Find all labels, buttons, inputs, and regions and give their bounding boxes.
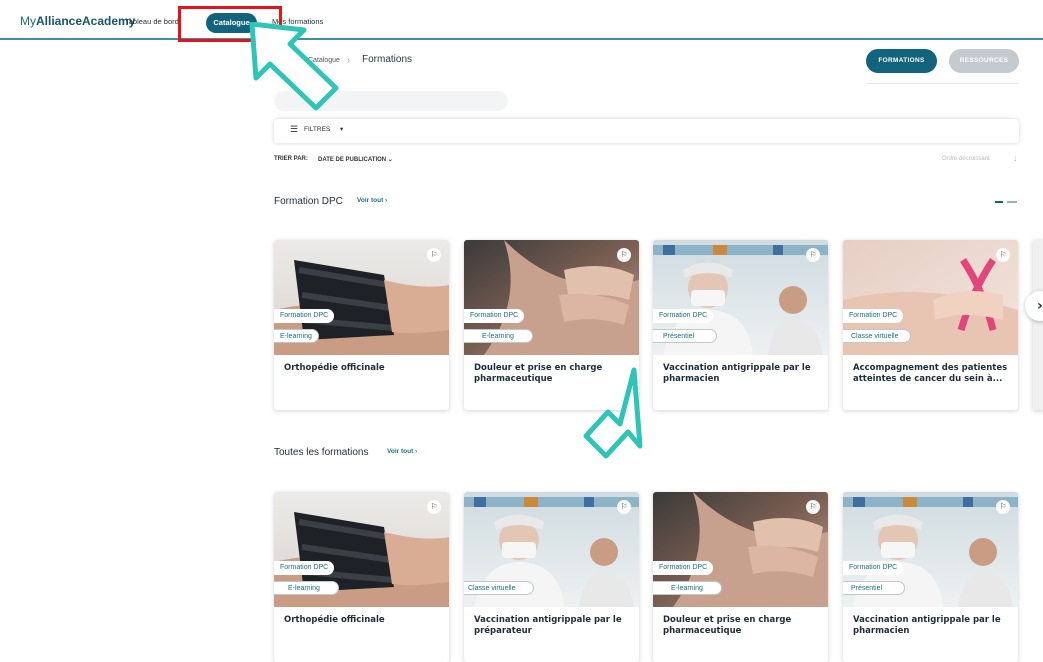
- format-tag: Présentiel: [843, 581, 906, 595]
- top-navigation-bar: MyAllianceAcademy Tableau de bord Catalo…: [0, 0, 1043, 42]
- carousel-indicator[interactable]: [995, 201, 1003, 203]
- card-title: Orthopédie officinale: [284, 363, 385, 373]
- breadcrumb-current: Formations: [362, 54, 413, 65]
- bookmark-icon[interactable]: ⚐: [427, 500, 441, 514]
- course-card[interactable]: ⚐ Formation DPC E-learning Douleur et pr…: [464, 240, 639, 410]
- breadcrumb-parent[interactable]: Catalogue: [308, 57, 340, 64]
- sort-dropdown[interactable]: DATE DE PUBLICATION ⌄: [318, 156, 393, 163]
- card-title: Vaccination antigrippale par le préparat…: [474, 615, 622, 636]
- bookmark-icon[interactable]: ⚐: [806, 248, 820, 262]
- format-tag: Classe virtuelle: [843, 329, 912, 343]
- bookmark-icon[interactable]: ⚐: [617, 500, 631, 514]
- course-card-partial[interactable]: [1033, 240, 1043, 410]
- filters-bar[interactable]: ☰ FILTRES ▾: [274, 119, 1019, 143]
- course-card[interactable]: ⚐ Formation DPC Classe virtuelle Accompa…: [843, 240, 1018, 410]
- format-tag: E-learning: [653, 581, 722, 595]
- category-tag: Formation DPC: [464, 309, 525, 323]
- course-card[interactable]: ⚐ Formation DPC E-learning Douleur et pr…: [653, 492, 828, 662]
- see-all-link[interactable]: Voir tout ›: [387, 448, 417, 455]
- card-title: Accompagnement des patientes atteintes d…: [853, 363, 1008, 384]
- chevron-down-icon: ▾: [340, 126, 344, 133]
- card-title: Vaccination antigrippale par le pharmaci…: [663, 363, 811, 384]
- ressources-toggle-button[interactable]: RESSOURCES: [949, 49, 1019, 73]
- card-title: Douleur et prise en charge pharmaceutiqu…: [663, 615, 792, 636]
- format-tag: E-learning: [274, 581, 339, 595]
- bookmark-icon[interactable]: ⚐: [996, 500, 1010, 514]
- divider: [866, 83, 1019, 84]
- chevron-right-icon[interactable]: ›: [1025, 291, 1043, 321]
- bookmark-icon[interactable]: ⚐: [996, 248, 1010, 262]
- course-card[interactable]: ⚐ Formation DPC E-learning Orthopédie of…: [274, 240, 449, 410]
- sort-label: TRIER PAR:: [274, 156, 308, 162]
- course-card[interactable]: ⚐ Formation DPC Présentiel Vaccination a…: [653, 240, 828, 410]
- category-tag: Formation DPC: [653, 309, 714, 323]
- highlight-box: [178, 6, 282, 42]
- course-card[interactable]: ⚐ Classe virtuelle Vaccination antigripp…: [464, 492, 639, 662]
- format-tag: Classe virtuelle: [464, 581, 535, 595]
- carousel-indicator[interactable]: [1007, 201, 1017, 203]
- bookmark-icon[interactable]: ⚐: [427, 248, 441, 262]
- filters-label: FILTRES: [304, 126, 331, 133]
- course-card[interactable]: ⚐ Formation DPC Présentiel Vaccination a…: [843, 492, 1018, 662]
- card-title: Orthopédie officinale: [284, 615, 385, 625]
- category-tag: Formation DPC: [843, 561, 904, 575]
- category-tag: Formation DPC: [653, 561, 714, 575]
- breadcrumb-separator: ›: [347, 55, 350, 65]
- category-tag: Formation DPC: [843, 309, 904, 323]
- course-card[interactable]: ⚐ Formation DPC E-learning Orthopédie of…: [274, 492, 449, 662]
- brand-logo[interactable]: MyAllianceAcademy: [20, 14, 135, 28]
- see-all-link[interactable]: Voir tout ›: [357, 197, 387, 204]
- sort-order-toggle[interactable]: Ordre décroissant: [942, 156, 990, 162]
- format-tag: E-learning: [464, 329, 533, 343]
- arrow-down-icon[interactable]: ↓: [1013, 153, 1018, 163]
- bookmark-icon[interactable]: ⚐: [806, 500, 820, 514]
- category-tag: Formation DPC: [274, 561, 335, 575]
- section-title-formation-dpc: Formation DPC: [274, 196, 343, 207]
- format-tag: Présentiel: [653, 329, 718, 343]
- card-title: Douleur et prise en charge pharmaceutiqu…: [474, 363, 603, 384]
- card-title: Vaccination antigrippale par le pharmaci…: [853, 615, 1001, 636]
- formations-toggle-button[interactable]: FORMATIONS: [866, 49, 937, 73]
- section-title-toutes-les-formations: Toutes les formations: [274, 447, 369, 458]
- nav-tableau-de-bord[interactable]: Tableau de bord: [125, 17, 179, 26]
- bookmark-icon[interactable]: ⚐: [617, 248, 631, 262]
- search-input[interactable]: [274, 91, 508, 111]
- category-tag: Formation DPC: [274, 309, 335, 323]
- format-tag: E-learning: [274, 329, 319, 343]
- sliders-icon: ☰: [290, 124, 299, 134]
